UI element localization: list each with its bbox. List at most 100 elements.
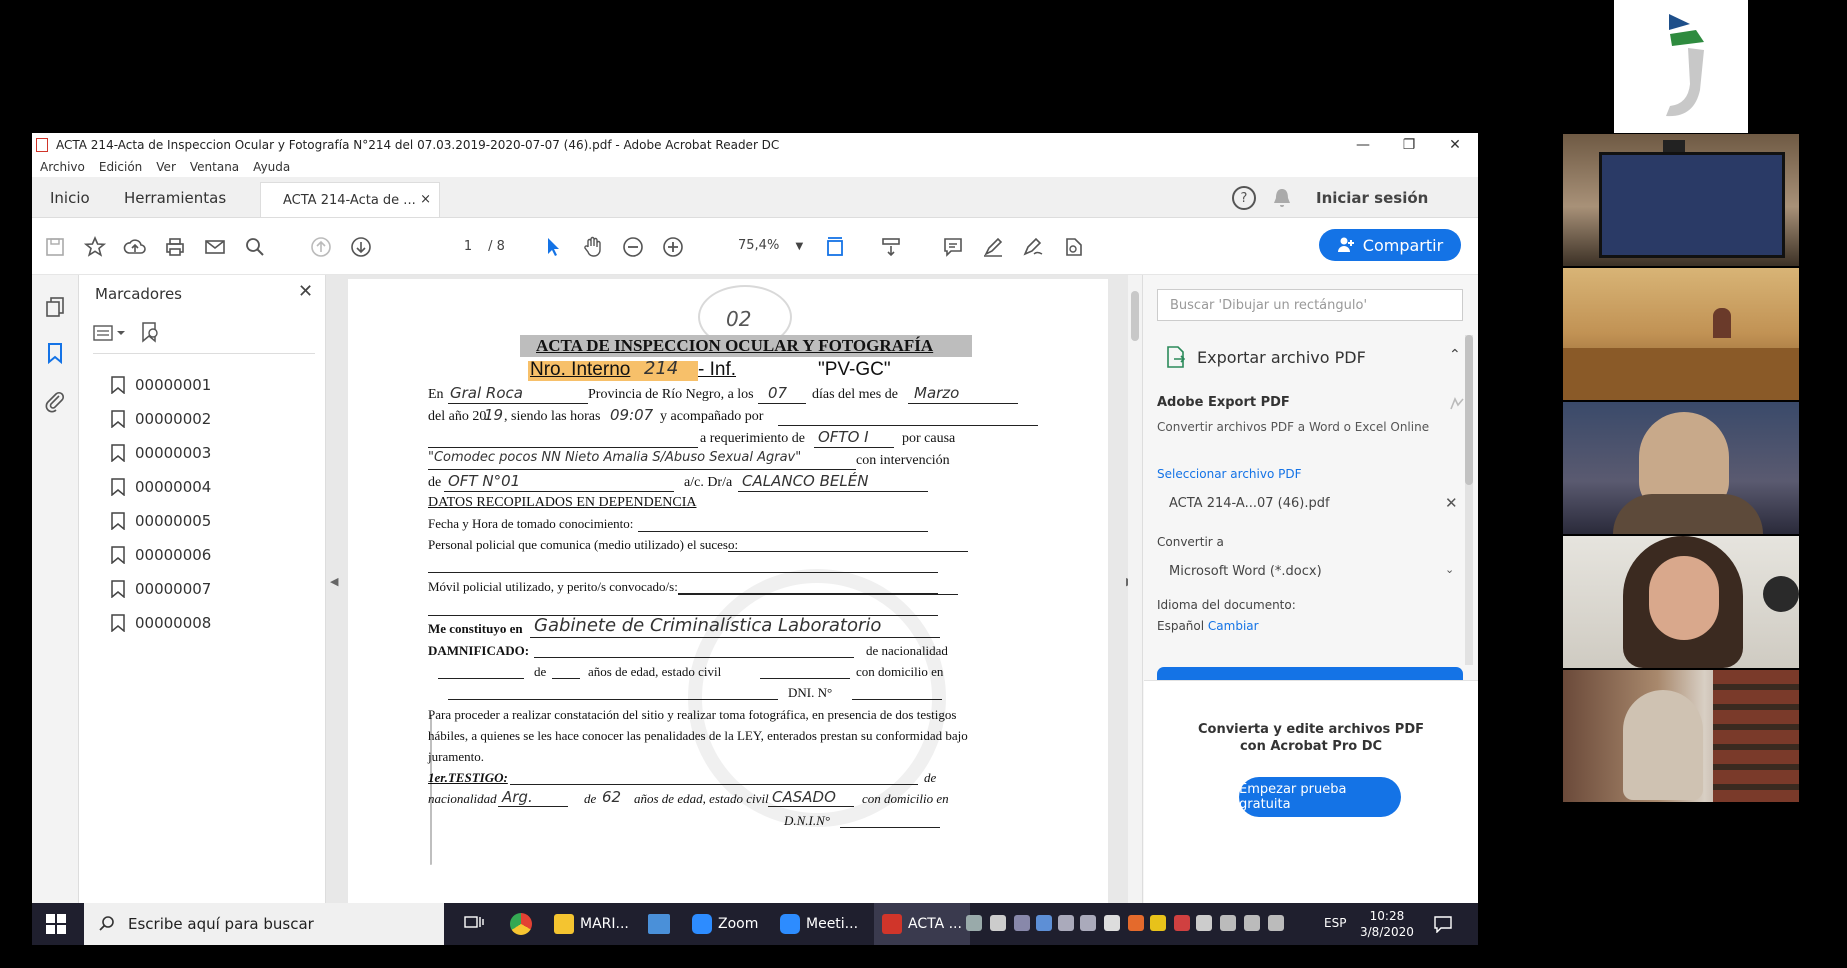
fill-line xyxy=(444,491,674,492)
keyboard-language[interactable]: ESP xyxy=(1324,916,1346,930)
bookmark-item[interactable]: 00000004 xyxy=(111,476,211,498)
upload-cloud-icon[interactable] xyxy=(122,234,148,260)
remove-file-icon[interactable]: ✕ xyxy=(1445,494,1458,512)
window-app-icon[interactable] xyxy=(648,914,670,934)
select-cursor-icon[interactable] xyxy=(540,234,566,260)
new-bookmark-icon[interactable] xyxy=(139,321,161,343)
sign-icon[interactable] xyxy=(1020,234,1046,260)
taskbar-app-zoom[interactable]: Zoom xyxy=(692,903,758,945)
participant-video-man[interactable] xyxy=(1563,402,1799,534)
participant-video-woman-speaking[interactable] xyxy=(1563,536,1799,668)
bookmark-item[interactable]: 00000008 xyxy=(111,612,211,634)
change-language-link[interactable]: Cambiar xyxy=(1208,619,1259,633)
taskbar-app-meeting[interactable]: Meeti... xyxy=(780,903,858,945)
chrome-icon[interactable] xyxy=(510,913,532,935)
tray-office-icon[interactable] xyxy=(1150,915,1166,931)
tools-search-input[interactable]: Buscar 'Dibujar un rectángulo' xyxy=(1157,289,1463,321)
system-clock[interactable]: 10:28 3/8/2020 xyxy=(1360,908,1414,940)
tray-alert-icon[interactable] xyxy=(1128,915,1144,931)
more-tools-icon[interactable] xyxy=(1060,234,1086,260)
promo-line: Convierta y edite archivos PDF xyxy=(1197,722,1424,737)
fit-page-icon[interactable] xyxy=(822,234,848,260)
bookmark-item[interactable]: 00000006 xyxy=(111,544,211,566)
select-file-label[interactable]: Seleccionar archivo PDF xyxy=(1157,467,1302,481)
zoom-in-icon[interactable] xyxy=(660,234,686,260)
save-icon[interactable] xyxy=(42,234,68,260)
menu-archivo[interactable]: Archivo xyxy=(40,160,85,174)
zoom-level-select[interactable]: 75,4% ▼ xyxy=(738,238,803,253)
tray-steam-icon[interactable] xyxy=(966,915,982,931)
page-up-icon[interactable] xyxy=(308,234,334,260)
minimize-button[interactable]: — xyxy=(1340,133,1386,157)
participant-video-woman-library[interactable] xyxy=(1563,670,1799,802)
close-window-button[interactable]: ✕ xyxy=(1432,133,1478,157)
print-icon[interactable] xyxy=(162,234,188,260)
hw-location: Gabinete de Criminalística Laboratorio xyxy=(534,615,882,636)
bookmark-panel-icon[interactable] xyxy=(43,341,67,365)
zoom-out-icon[interactable] xyxy=(620,234,646,260)
scroll-mode-icon[interactable] xyxy=(878,234,904,260)
tray-wifi-icon[interactable] xyxy=(1220,915,1236,931)
close-panel-icon[interactable]: ✕ xyxy=(298,281,313,302)
taskbar-app-acrobat[interactable]: ACTA ... xyxy=(874,903,970,945)
volume-icon[interactable] xyxy=(1268,915,1284,931)
pane-scrollbar-thumb[interactable] xyxy=(1465,335,1473,485)
tab-close-icon[interactable]: × xyxy=(420,192,431,207)
pages-thumbnail-icon[interactable] xyxy=(43,295,67,319)
tray-usb-icon[interactable] xyxy=(1104,915,1120,931)
tray-app-icon[interactable] xyxy=(1036,915,1052,931)
collapse-left-icon[interactable]: ◀ xyxy=(330,575,338,588)
tray-shield-icon[interactable] xyxy=(1196,915,1212,931)
taskbar-search-input[interactable]: Escribe aquí para buscar xyxy=(84,903,444,945)
star-icon[interactable] xyxy=(82,234,108,260)
highlight-pen-icon[interactable] xyxy=(980,234,1006,260)
task-view-icon[interactable] xyxy=(464,915,484,933)
export-pdf-header[interactable]: Exportar archivo PDF xyxy=(1165,345,1366,369)
tray-cloud-icon[interactable] xyxy=(990,915,1006,931)
scrollbar-thumb[interactable] xyxy=(1131,291,1139,341)
sign-in-link[interactable]: Iniciar sesión xyxy=(1316,189,1428,207)
menu-ayuda[interactable]: Ayuda xyxy=(253,160,290,174)
page-down-icon[interactable] xyxy=(348,234,374,260)
document-viewer[interactable]: ◀ ▶ 02 ACTA DE INSPECCION OCULAR Y FOTOG… xyxy=(326,275,1142,903)
comment-icon[interactable] xyxy=(940,234,966,260)
bookmark-item[interactable]: 00000002 xyxy=(111,408,211,430)
convert-format-select[interactable]: Microsoft Word (*.docx) ⌄ xyxy=(1157,555,1463,587)
bookmark-item[interactable]: 00000007 xyxy=(111,578,211,600)
menu-ver[interactable]: Ver xyxy=(156,160,176,174)
bookmark-item[interactable]: 00000005 xyxy=(111,510,211,532)
tab-tools[interactable]: Herramientas xyxy=(124,189,226,207)
tab-document[interactable]: ACTA 214-Acta de ... × xyxy=(260,182,440,217)
hand-tool-icon[interactable] xyxy=(580,234,606,260)
attachment-icon[interactable] xyxy=(43,389,67,413)
document-scrollbar[interactable] xyxy=(1128,275,1142,903)
tray-record-icon[interactable] xyxy=(1174,915,1190,931)
tray-device-icon[interactable] xyxy=(1080,915,1096,931)
tray-network-icon[interactable] xyxy=(1058,915,1074,931)
maximize-button[interactable]: ❐ xyxy=(1386,133,1432,157)
free-trial-button[interactable]: Empezar prueba gratuita xyxy=(1239,777,1401,817)
bookmark-options-icon[interactable] xyxy=(93,323,129,343)
windows-start-icon[interactable] xyxy=(46,914,66,934)
bookmark-item[interactable]: 00000001 xyxy=(111,374,211,396)
convert-button-partial[interactable] xyxy=(1157,667,1463,681)
tab-home[interactable]: Inicio xyxy=(50,189,90,207)
page-number-input[interactable]: 1 xyxy=(452,238,484,255)
menu-ventana[interactable]: Ventana xyxy=(190,160,239,174)
pane-scrollbar[interactable] xyxy=(1465,335,1473,665)
share-button[interactable]: Compartir xyxy=(1319,229,1461,261)
tray-mic-icon[interactable] xyxy=(1014,915,1030,931)
tray-battery-icon[interactable] xyxy=(1244,915,1260,931)
collapse-icon[interactable]: ⌃ xyxy=(1449,347,1461,363)
bookmark-item[interactable]: 00000003 xyxy=(111,442,211,464)
menu-edicion[interactable]: Edición xyxy=(99,160,142,174)
taskbar-app-explorer[interactable]: MARI... xyxy=(554,903,629,945)
bookmark-icon xyxy=(111,410,125,428)
action-center-icon[interactable] xyxy=(1434,915,1452,933)
bell-icon[interactable] xyxy=(1272,187,1292,209)
email-icon[interactable] xyxy=(202,234,228,260)
participant-video-courtroom[interactable] xyxy=(1563,134,1799,266)
help-icon[interactable]: ? xyxy=(1232,186,1256,210)
search-icon[interactable] xyxy=(242,234,268,260)
participant-video-room[interactable] xyxy=(1563,268,1799,400)
